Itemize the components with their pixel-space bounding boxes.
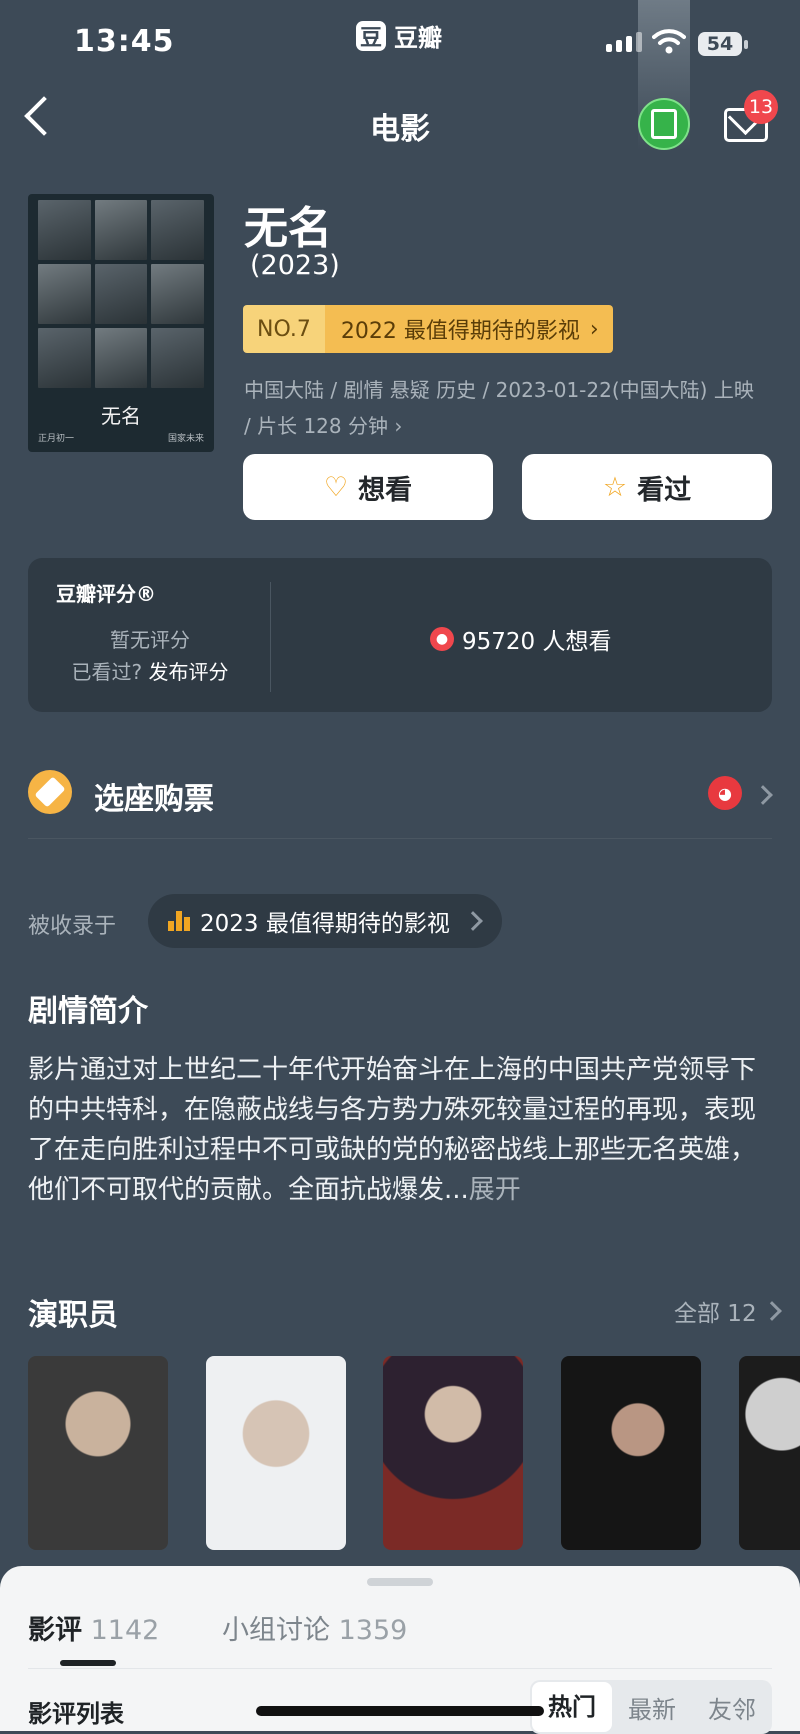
movie-year: (2023) <box>250 250 340 281</box>
sheet-grabber[interactable] <box>367 1578 433 1586</box>
rating-title: 豆瓣评分® <box>56 582 156 606</box>
rating-none: 暂无评分 <box>110 628 190 652</box>
rank-chip[interactable]: NO.7 2022 最值得期待的影视 › <box>243 305 613 353</box>
divider <box>28 1668 772 1669</box>
tab-group-label: 小组讨论 <box>222 1615 330 1646</box>
tab-group-discussion[interactable]: 小组讨论 1359 <box>222 1608 407 1647</box>
synopsis-title: 剧情简介 <box>28 994 148 1029</box>
synopsis-body: 影片通过对上世纪二十年代开始奋斗在上海的中国共产党领导下的中共特科，在隐蔽战线与… <box>28 1050 772 1210</box>
chevron-right-icon: › <box>589 316 599 342</box>
review-list-label: 影评列表 <box>28 1700 124 1728</box>
want-button[interactable]: ♡ 想看 <box>243 454 493 520</box>
ticket-icon <box>28 770 72 814</box>
expand-link[interactable]: 展开 <box>469 1175 521 1205</box>
rank-list-label: 2022 最值得期待的影视 <box>340 319 580 344</box>
douban-app-label: 豆 豆瓣 <box>356 18 442 53</box>
cast-all-label: 全部 12 <box>674 1301 757 1327</box>
douban-app-name: 豆瓣 <box>394 24 442 52</box>
fire-icon: ● <box>430 627 454 651</box>
cast-photo-5[interactable] <box>739 1356 800 1550</box>
star-icon: ☆ <box>602 471 628 503</box>
chevron-right-icon <box>462 911 483 931</box>
sort-segmented-control[interactable]: 热门 最新 友邻 <box>530 1680 772 1734</box>
seen-button[interactable]: ☆ 看过 <box>522 454 772 520</box>
ranking-bars-icon <box>168 911 190 931</box>
cast-photo-2[interactable] <box>206 1356 346 1550</box>
poster-tagline-right: 国家未来 <box>167 434 204 444</box>
tab-group-count: 1359 <box>338 1615 408 1646</box>
sort-friends[interactable]: 友邻 <box>692 1690 772 1725</box>
poster-footer: 正月初一 国家未来 <box>38 431 204 444</box>
movie-meta[interactable]: 中国大陆 / 剧情 悬疑 历史 / 2023-01-22(中国大陆) 上映 / … <box>244 372 764 444</box>
buy-ticket-label[interactable]: 选座购票 <box>94 774 214 818</box>
rating-seen-row: 已看过? 发布评分 <box>28 656 272 685</box>
publish-rating-link[interactable]: 发布评分 <box>148 660 228 684</box>
cellular-signal-icon <box>606 32 642 52</box>
want-count-label: 95720 人想看 <box>462 629 612 655</box>
rank-list: 2022 最值得期待的影视 › <box>324 305 613 353</box>
rating-divider <box>270 582 271 692</box>
sort-latest[interactable]: 最新 <box>612 1690 692 1725</box>
seen-label: 看过 <box>637 474 692 506</box>
cast-photo-4[interactable] <box>561 1356 701 1550</box>
cast-title: 演职员 <box>28 1298 118 1333</box>
tab-reviews-count: 1142 <box>90 1615 160 1646</box>
synopsis-text: 影片通过对上世纪二十年代开始奋斗在上海的中国共产党领导下的中共特科，在隐蔽战线与… <box>28 1055 757 1205</box>
chevron-right-icon <box>761 1301 782 1321</box>
collected-list-chip[interactable]: 2023 最值得期待的影视 <box>148 894 502 948</box>
wifi-icon <box>652 28 686 58</box>
battery-icon: 54 <box>698 32 742 56</box>
sort-hot[interactable]: 热门 <box>532 1682 612 1732</box>
active-tab-indicator <box>60 1660 116 1666</box>
douban-logo-icon: 豆 <box>356 20 386 51</box>
movie-title: 无名 <box>244 203 332 254</box>
battery-tip <box>744 40 748 49</box>
tab-reviews[interactable]: 影评 1142 <box>28 1608 159 1647</box>
poster-title: 无名 <box>101 404 141 428</box>
tab-reviews-label: 影评 <box>28 1615 82 1646</box>
collected-label: 被收录于 <box>28 914 117 939</box>
collected-list-label: 2023 最值得期待的影视 <box>200 911 450 937</box>
movie-poster[interactable]: 无名 正月初一 国家未来 <box>28 194 214 452</box>
heart-plus-icon: ♡ <box>323 471 349 503</box>
cast-photo-3[interactable] <box>383 1356 523 1550</box>
status-time: 13:45 <box>74 24 175 59</box>
rank-number: NO.7 <box>243 305 325 353</box>
user-avatar-icon[interactable] <box>638 98 690 150</box>
maoyan-cat-icon: ◕ <box>708 776 742 810</box>
home-indicator[interactable] <box>256 1706 544 1716</box>
poster-cast-grid <box>38 200 204 388</box>
divider <box>28 838 772 839</box>
rating-seen-question: 已看过? <box>71 660 143 684</box>
cast-photo-1[interactable] <box>28 1356 168 1550</box>
cast-all-link[interactable]: 全部 12 <box>674 1294 782 1328</box>
mail-count-badge: 13 <box>744 90 778 124</box>
want-label: 想看 <box>358 474 413 506</box>
want-count: ● 95720 人想看 <box>430 622 611 656</box>
poster-tagline-left: 正月初一 <box>38 434 75 444</box>
chevron-right-icon[interactable] <box>753 785 773 805</box>
